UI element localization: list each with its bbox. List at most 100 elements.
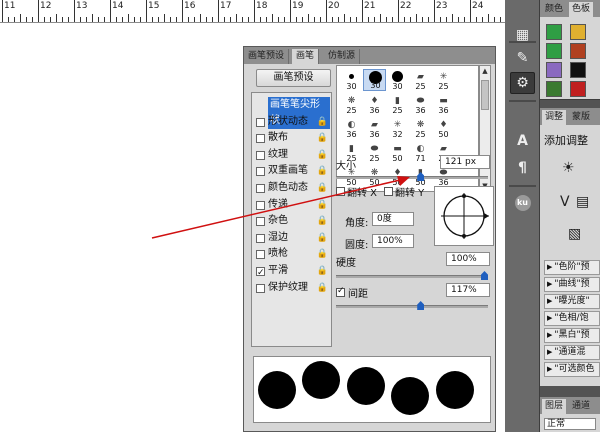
tab-color[interactable]: 颜色 <box>542 2 566 17</box>
flip-y-checkbox[interactable] <box>384 187 393 196</box>
hardness-field[interactable]: 100% <box>446 252 490 266</box>
brush-option-4[interactable]: 双重画笔 🔒 <box>254 163 330 179</box>
brush-option-8[interactable]: 湿边 🔒 <box>254 230 330 246</box>
color-swatch[interactable] <box>546 62 562 78</box>
spacing-field[interactable]: 117% <box>446 283 490 297</box>
brush-option-0[interactable]: 画笔笔尖形状 <box>254 97 330 129</box>
tab-adjustments[interactable]: 调整 <box>542 110 567 125</box>
lock-icon[interactable]: 🔒 <box>317 246 328 262</box>
lock-icon[interactable]: 🔒 <box>317 263 328 279</box>
brush-tip-cell[interactable]: 30 <box>340 69 363 91</box>
tab-layers[interactable]: 图层 <box>542 399 567 414</box>
brush-option-5[interactable]: 颜色动态 🔒 <box>254 180 330 196</box>
size-slider-track[interactable] <box>336 176 488 179</box>
color-swatch[interactable] <box>546 81 562 97</box>
brush-tip-cell[interactable]: ❋ 25 <box>409 117 432 140</box>
brush-tip-cell[interactable]: ▰ 36 <box>363 117 386 140</box>
paragraph-icon[interactable]: ¶ <box>510 157 535 179</box>
hardness-slider-knob[interactable] <box>481 271 488 280</box>
expand-triangle-icon[interactable]: ▶ <box>547 280 552 288</box>
scroll-thumb[interactable] <box>481 80 489 110</box>
brush-option-3[interactable]: 纹理 🔒 <box>254 147 330 163</box>
brush-tip-cell[interactable]: 30 <box>363 69 386 91</box>
tab-clone-source[interactable]: 仿制源 <box>324 49 361 64</box>
tab-brush-presets[interactable]: 画笔预设 <box>244 49 290 64</box>
expand-triangle-icon[interactable]: ▶ <box>547 263 552 271</box>
flip-x-checkbox[interactable] <box>336 187 345 196</box>
option-checkbox[interactable] <box>256 167 265 177</box>
adjustment-preset[interactable]: ▶ "色阶"预 <box>544 260 600 275</box>
color-swatch[interactable] <box>570 62 586 78</box>
brush-tip-cell[interactable]: ⬬ 25 <box>363 141 386 164</box>
angle-field[interactable]: 0度 <box>372 212 414 226</box>
text-A-icon[interactable]: A <box>510 130 535 152</box>
vibrance-icon[interactable]: V <box>560 194 570 210</box>
bw-icon[interactable]: ▤ <box>576 194 589 210</box>
color-swatch[interactable] <box>570 24 586 40</box>
brush-option-10[interactable]: 平滑 🔒 <box>254 263 330 281</box>
brush-tip-cell[interactable]: ⬬ 36 <box>409 93 432 116</box>
spacing-checkbox[interactable] <box>336 286 345 297</box>
option-checkbox[interactable] <box>256 265 265 281</box>
adjustment-preset[interactable]: ▶ "可选颜色 <box>544 362 600 377</box>
brush-tip-cell[interactable]: ✳ 32 <box>386 117 409 140</box>
brush-tip-cell[interactable]: ▰25 <box>409 69 432 92</box>
option-checkbox[interactable] <box>256 134 265 144</box>
brush-option-7[interactable]: 杂色 🔒 <box>254 213 330 229</box>
brush-tip-cell[interactable]: ♦ 36 <box>363 93 386 116</box>
brush-option-6[interactable]: 传递 🔒 <box>254 197 330 213</box>
lock-icon[interactable]: 🔒 <box>317 147 328 163</box>
brush-tip-cell[interactable]: ▬ 50 <box>386 141 409 164</box>
brush-tip-cell[interactable]: ❋ 25 <box>340 93 363 116</box>
channel-mixer-icon[interactable]: ▧ <box>568 226 581 242</box>
scroll-up-icon[interactable]: ▲ <box>480 66 490 76</box>
expand-triangle-icon[interactable]: ▶ <box>547 314 552 322</box>
brush-tip-cell[interactable]: ♦ 50 <box>432 117 455 140</box>
option-checkbox[interactable] <box>256 150 265 160</box>
brush-tip-cell[interactable]: ▮ 25 <box>386 93 409 116</box>
option-checkbox[interactable] <box>256 250 265 260</box>
brush-tip-scrollbar[interactable]: ▲ ▼ <box>479 65 491 192</box>
brush-icon[interactable]: ✎ <box>510 47 535 69</box>
adjustment-preset[interactable]: ▶ "通道混 <box>544 345 600 360</box>
lock-icon[interactable]: 🔒 <box>317 163 328 179</box>
option-checkbox[interactable] <box>256 217 265 227</box>
hardness-slider-track[interactable] <box>336 275 488 278</box>
brush-option-1[interactable]: 形状动态 🔒 <box>254 114 330 130</box>
brush-tip-cell[interactable]: ▬ 36 <box>432 93 455 116</box>
brush-tip-cell[interactable]: ◐ 36 <box>340 117 363 140</box>
adjustment-preset[interactable]: ▶ "黑白"预 <box>544 328 600 343</box>
brush-tip-cell[interactable]: ◐ 71 <box>409 141 432 164</box>
brush-presets-button[interactable]: 画笔预设 <box>256 69 331 87</box>
expand-triangle-icon[interactable]: ▶ <box>547 348 552 356</box>
adjustment-preset[interactable]: ▶ "色相/饱 <box>544 311 600 326</box>
color-swatch[interactable] <box>570 43 586 59</box>
option-checkbox[interactable] <box>256 184 265 193</box>
lock-icon[interactable]: 🔒 <box>317 230 328 246</box>
brush-tip-cell[interactable]: ✳ 25 <box>432 69 455 92</box>
lock-icon[interactable]: 🔒 <box>317 180 328 196</box>
lock-icon[interactable]: 🔒 <box>317 280 328 296</box>
adjustment-preset[interactable]: ▶ "曲线"预 <box>544 277 600 292</box>
color-swatch[interactable] <box>546 43 562 59</box>
tab-channels[interactable]: 通道 <box>569 399 593 414</box>
expand-triangle-icon[interactable]: ▶ <box>547 365 552 373</box>
option-checkbox[interactable] <box>256 283 265 293</box>
expand-triangle-icon[interactable]: ▶ <box>547 331 552 339</box>
ku-icon[interactable]: ku <box>510 192 535 214</box>
spacing-slider-track[interactable] <box>336 305 488 308</box>
roundness-field[interactable]: 100% <box>372 234 414 248</box>
lock-icon[interactable]: 🔒 <box>317 130 328 146</box>
lock-icon[interactable]: 🔒 <box>317 213 328 229</box>
size-field[interactable]: 121 px <box>440 155 490 169</box>
brush-tip-cell[interactable]: 30 <box>386 69 409 91</box>
spacing-slider-knob[interactable] <box>417 301 425 310</box>
tab-brush[interactable]: 画笔 <box>292 49 320 64</box>
option-checkbox[interactable] <box>256 117 265 127</box>
angle-roundness-widget[interactable] <box>434 186 494 246</box>
lock-icon[interactable]: 🔒 <box>317 114 328 130</box>
adjustment-preset[interactable]: ▶ "曝光度" <box>544 294 600 309</box>
option-checkbox[interactable] <box>256 200 265 210</box>
tab-masks[interactable]: 蒙版 <box>569 110 593 125</box>
lock-icon[interactable]: 🔒 <box>317 197 328 213</box>
